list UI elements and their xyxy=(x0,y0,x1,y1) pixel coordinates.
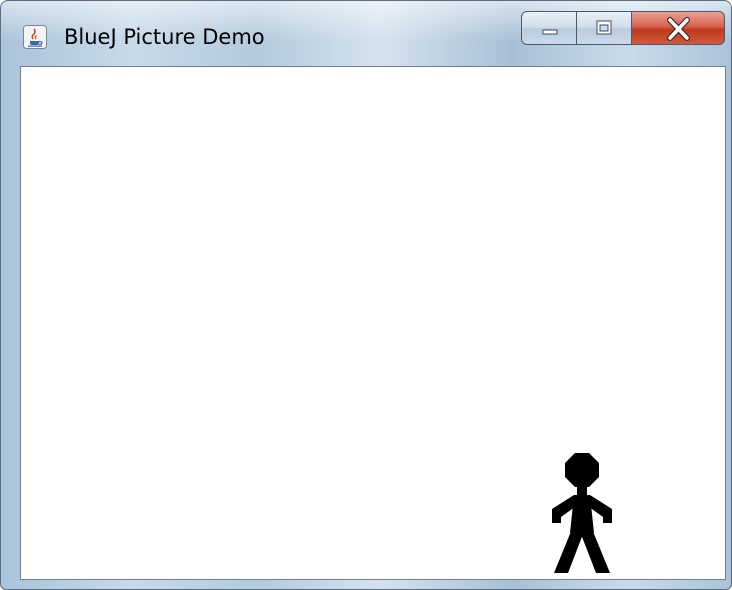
app-window: BlueJ Picture Demo xyxy=(0,0,732,590)
picture-canvas-panel xyxy=(20,66,726,580)
maximize-button[interactable] xyxy=(577,11,632,45)
close-icon xyxy=(667,17,690,41)
person-head xyxy=(565,453,599,487)
canvas-background xyxy=(21,67,725,579)
title-bar[interactable]: BlueJ Picture Demo xyxy=(1,1,731,65)
java-cup-icon[interactable] xyxy=(23,25,47,49)
minimize-icon xyxy=(542,29,558,35)
minimize-button[interactable] xyxy=(521,11,577,45)
picture-canvas[interactable] xyxy=(21,67,725,579)
caption-buttons xyxy=(521,11,725,47)
maximize-icon xyxy=(596,20,612,35)
window-title: BlueJ Picture Demo xyxy=(64,25,265,49)
close-button[interactable] xyxy=(632,11,725,45)
